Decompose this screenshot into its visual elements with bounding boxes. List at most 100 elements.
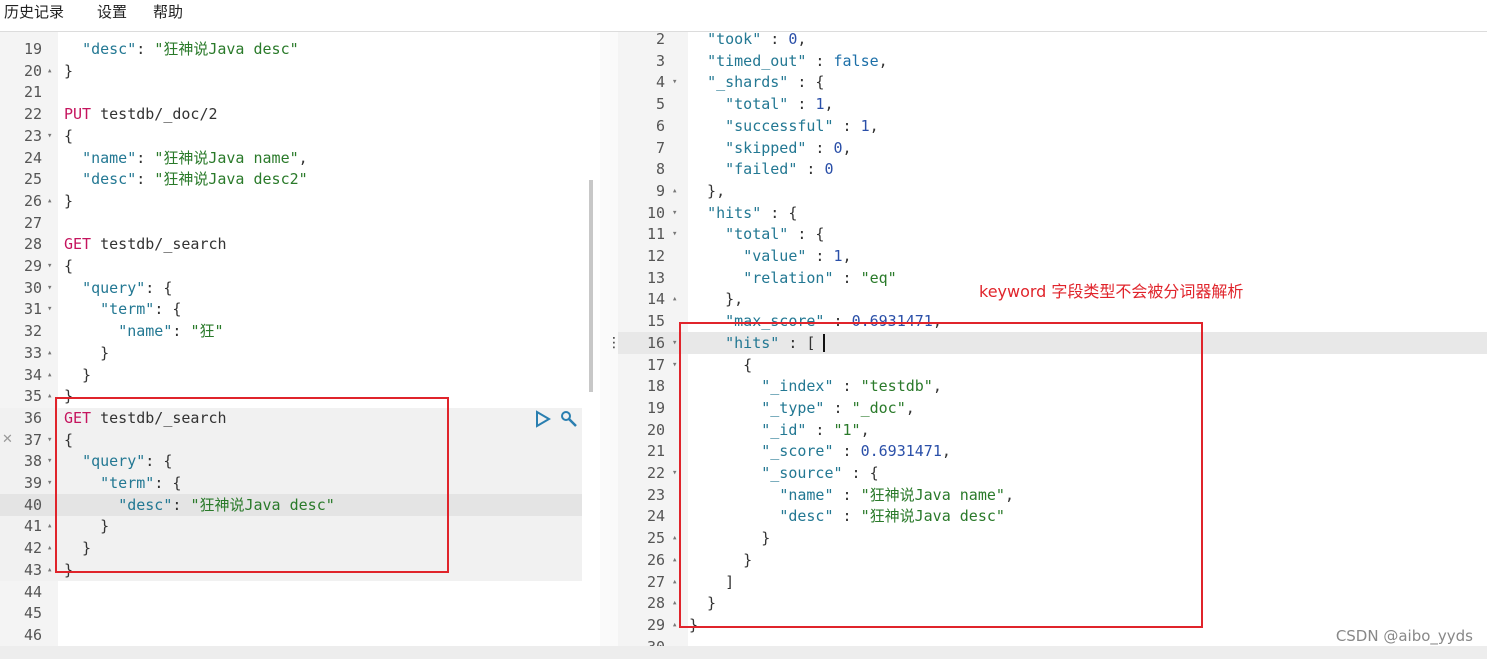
code-line[interactable]: 3 "timed_out" : false, [618,51,1487,73]
fold-toggle-icon[interactable]: ▾ [672,463,677,485]
fold-toggle-icon[interactable]: ▾ [672,203,677,225]
code-line[interactable]: 44 [0,582,600,604]
fold-toggle-icon[interactable]: ▴ [47,386,52,408]
code-line[interactable]: 22 PUT testdb/_doc/2 [0,104,600,126]
fold-toggle-icon[interactable]: ▴ [47,365,52,387]
fold-toggle-icon[interactable]: ▴ [47,61,52,83]
code-token: : { [788,73,825,92]
code-line[interactable]: 20 ▴} [0,61,600,83]
code-line[interactable]: 30 ▾ "query": { [0,278,600,300]
fold-toggle-icon[interactable]: ▴ [672,593,677,615]
fold-toggle-icon[interactable]: ▴ [672,289,677,311]
pane-divider[interactable]: ⋮ [600,32,621,646]
right-highlight-box [679,322,1203,628]
left-scrollbar[interactable] [589,180,593,392]
code-token: "狂神说Java desc2" [154,170,308,189]
code-line[interactable]: 29 ▾ { [0,256,600,278]
line-number: 41 [23,517,42,536]
code-line[interactable]: 8 "failed" : 0 [618,159,1487,181]
line-number: 31 [23,300,42,319]
run-request-icon[interactable] [535,410,551,432]
code-token: : [172,322,191,341]
menu-history[interactable]: 历史记录 [4,1,64,22]
code-line[interactable]: 7 "skipped" : 0, [618,138,1487,160]
fold-toggle-icon[interactable]: ▴ [672,550,677,572]
fold-toggle-icon[interactable]: ▾ [47,473,52,495]
fold-toggle-icon[interactable]: ▾ [672,72,677,94]
fold-toggle-icon[interactable]: ▴ [47,560,52,582]
code-token: 1 [833,247,843,265]
fold-toggle-icon[interactable]: ▾ [672,355,677,377]
code-line[interactable]: 33 ▴ } [0,343,600,365]
code-text: } [64,343,109,365]
fold-toggle-icon[interactable]: ▴ [47,343,52,365]
code-line[interactable]: 19 "desc": "狂神说Java desc" [0,39,600,61]
code-line[interactable]: 4 ▾ "_shards" : { [618,72,1487,94]
code-text: { [64,256,73,278]
code-line[interactable]: 24 "name": "狂神说Java name", [0,148,600,170]
fold-toggle-icon[interactable]: ▾ [47,430,52,452]
code-line[interactable]: 10 ▾ "hits" : { [618,203,1487,225]
code-text: } [64,365,91,387]
code-text: GET testdb/_search [64,234,227,256]
fold-toggle-icon[interactable]: ▴ [47,191,52,213]
code-line[interactable]: 28 GET testdb/_search [0,234,600,256]
fold-toggle-icon[interactable]: ▴ [672,572,677,594]
close-icon[interactable]: ✕ [2,432,13,447]
code-token: : { [145,278,173,297]
code-line[interactable]: 27 [0,213,600,235]
code-line[interactable]: 31 ▾ "term": { [0,299,600,321]
code-token: "value" [743,247,807,265]
code-line[interactable]: 2 "took" : 0, [618,32,1487,51]
code-line[interactable]: 6 "successful" : 1, [618,116,1487,138]
fold-toggle-icon[interactable]: ▾ [47,126,52,148]
code-token: , [797,32,807,48]
menu-settings[interactable]: 设置 [97,1,127,22]
line-number: 24 [23,148,42,167]
code-line[interactable]: 46 [0,625,600,646]
wrench-icon[interactable] [559,409,579,433]
fold-toggle-icon[interactable]: ▾ [47,451,52,473]
code-token: "eq" [860,268,897,287]
line-number: 4 [655,73,665,92]
code-line[interactable]: 21 [0,82,600,104]
fold-toggle-icon[interactable]: ▴ [672,181,677,203]
fold-toggle-icon[interactable]: ▴ [672,615,677,637]
code-text: "timed_out" : false, [689,51,888,73]
code-line[interactable]: 12 "value" : 1, [618,246,1487,268]
code-line[interactable]: 11 ▾ "total" : { [618,224,1487,246]
fold-toggle-icon[interactable]: ▾ [47,278,52,300]
code-line[interactable]: 26 ▴} [0,191,600,213]
code-line[interactable]: 25 "desc": "狂神说Java desc2" [0,169,600,191]
code-line[interactable]: 23 ▾ { [0,126,600,148]
code-text: } [64,61,73,83]
code-token: : [797,160,825,179]
code-line[interactable]: 34 ▴ } [0,365,600,387]
fold-toggle-icon[interactable]: ▴ [47,538,52,560]
line-number: 10 [646,203,665,222]
code-line[interactable]: 5 "total" : 1, [618,94,1487,116]
line-number: 20 [23,61,42,80]
fold-toggle-icon[interactable]: ▴ [672,528,677,550]
code-token: "name" [82,148,137,167]
fold-toggle-icon[interactable]: ▴ [47,516,52,538]
code-text: "skipped" : 0, [689,138,851,160]
line-number: 22 [646,464,665,482]
fold-toggle-icon[interactable]: ▾ [672,224,677,246]
fold-toggle-icon[interactable]: ▾ [47,299,52,321]
code-line[interactable]: 45 [0,603,600,625]
code-line[interactable]: 32 "name": "狂" [0,321,600,343]
code-token: "狂神说Java desc" [154,40,299,58]
fold-toggle-icon[interactable]: ▾ [672,333,677,355]
menu-help[interactable]: 帮助 [153,1,183,22]
horizontal-scrollbar[interactable] [0,646,1487,659]
code-token: "desc" [82,40,137,58]
code-line[interactable]: 9 ▴ }, [618,181,1487,203]
code-token: "skipped" [725,138,807,157]
fold-toggle-icon[interactable]: ▾ [47,256,52,278]
